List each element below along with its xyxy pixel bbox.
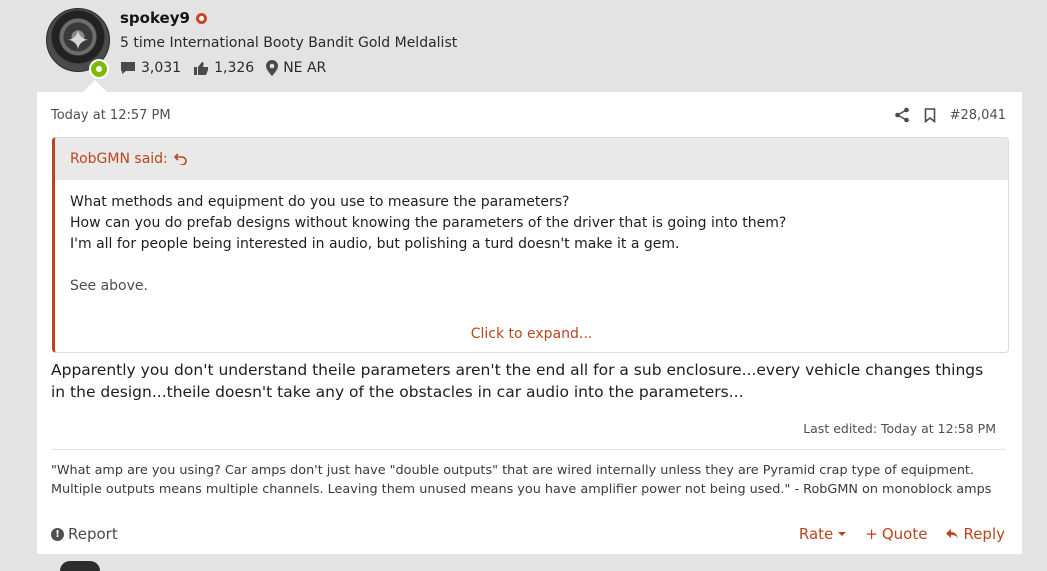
post-actions: Rate + Quote Reply: [799, 525, 1005, 543]
post-footer: ! Report Rate + Quote Reply: [51, 524, 1005, 544]
thumbs-up-icon: [194, 61, 209, 75]
location-value[interactable]: NE AR: [283, 60, 326, 76]
quote-see-above: See above.: [70, 278, 148, 294]
post: Today at 12:57 PM #28,041 RobGMN said: W…: [37, 92, 1022, 554]
quote-author[interactable]: RobGMN said:: [70, 151, 168, 167]
reply-button[interactable]: Reply: [945, 525, 1005, 543]
username-row: spokey9: [120, 9, 207, 27]
quote-line: What methods and equipment do you use to…: [70, 194, 570, 210]
username[interactable]: spokey9: [120, 9, 190, 27]
user-header: ✦ spokey9 5 time International Booty Ban…: [0, 0, 1047, 92]
signature-line: "What amp are you using? Car amps don't …: [51, 463, 975, 478]
report-label: Report: [68, 525, 118, 543]
reply-label: Reply: [963, 525, 1005, 543]
signature-line: Multiple outputs means multiple channels…: [51, 482, 992, 497]
post-pointer: [83, 80, 107, 92]
expand-link[interactable]: Click to expand...: [55, 326, 1008, 342]
quote-label: Quote: [881, 525, 928, 543]
rate-button[interactable]: Rate: [799, 525, 847, 543]
online-status-icon: [89, 59, 109, 79]
signature-divider: [51, 449, 1006, 450]
user-stats: 3,031 1,326 NE AR: [120, 60, 332, 76]
quote-line: How can you do prefab designs without kn…: [70, 215, 787, 231]
quote-box: RobGMN said: What methods and equipment …: [52, 137, 1009, 353]
messages-value: 3,031: [141, 60, 182, 76]
quote-line: I'm all for people being interested in a…: [70, 236, 680, 252]
post-number[interactable]: #28,041: [950, 108, 1006, 123]
post-tools: #28,041: [894, 107, 1006, 123]
last-edited: Last edited: Today at 12:58 PM: [803, 421, 996, 436]
bookmark-icon[interactable]: [924, 107, 936, 123]
user-location: NE AR: [266, 60, 326, 76]
quote-header: RobGMN said:: [55, 138, 1008, 180]
back-arrow-icon[interactable]: [173, 153, 187, 165]
staff-badge-icon: [195, 12, 207, 24]
plus-icon: +: [865, 525, 878, 543]
user-title: 5 time International Booty Bandit Gold M…: [120, 35, 458, 51]
next-post-avatar: [60, 561, 100, 571]
report-icon: !: [51, 527, 64, 541]
share-icon[interactable]: [894, 107, 910, 123]
quote-button[interactable]: + Quote: [865, 525, 927, 543]
message-count: 3,031: [120, 60, 181, 76]
reaction-count: 1,326: [193, 60, 254, 76]
reactions-value: 1,326: [214, 60, 255, 76]
signature: "What amp are you using? Car amps don't …: [51, 461, 1001, 499]
rate-label: Rate: [798, 525, 834, 543]
report-button[interactable]: ! Report: [51, 525, 118, 543]
post-body: Apparently you don't understand theile p…: [51, 361, 984, 401]
quote-body: What methods and equipment do you use to…: [55, 180, 1008, 297]
reply-icon: [946, 529, 959, 539]
post-date[interactable]: Today at 12:57 PM: [51, 108, 171, 123]
location-pin-icon: [266, 60, 279, 76]
chevron-down-icon: [838, 532, 847, 536]
comments-icon: [121, 62, 135, 74]
